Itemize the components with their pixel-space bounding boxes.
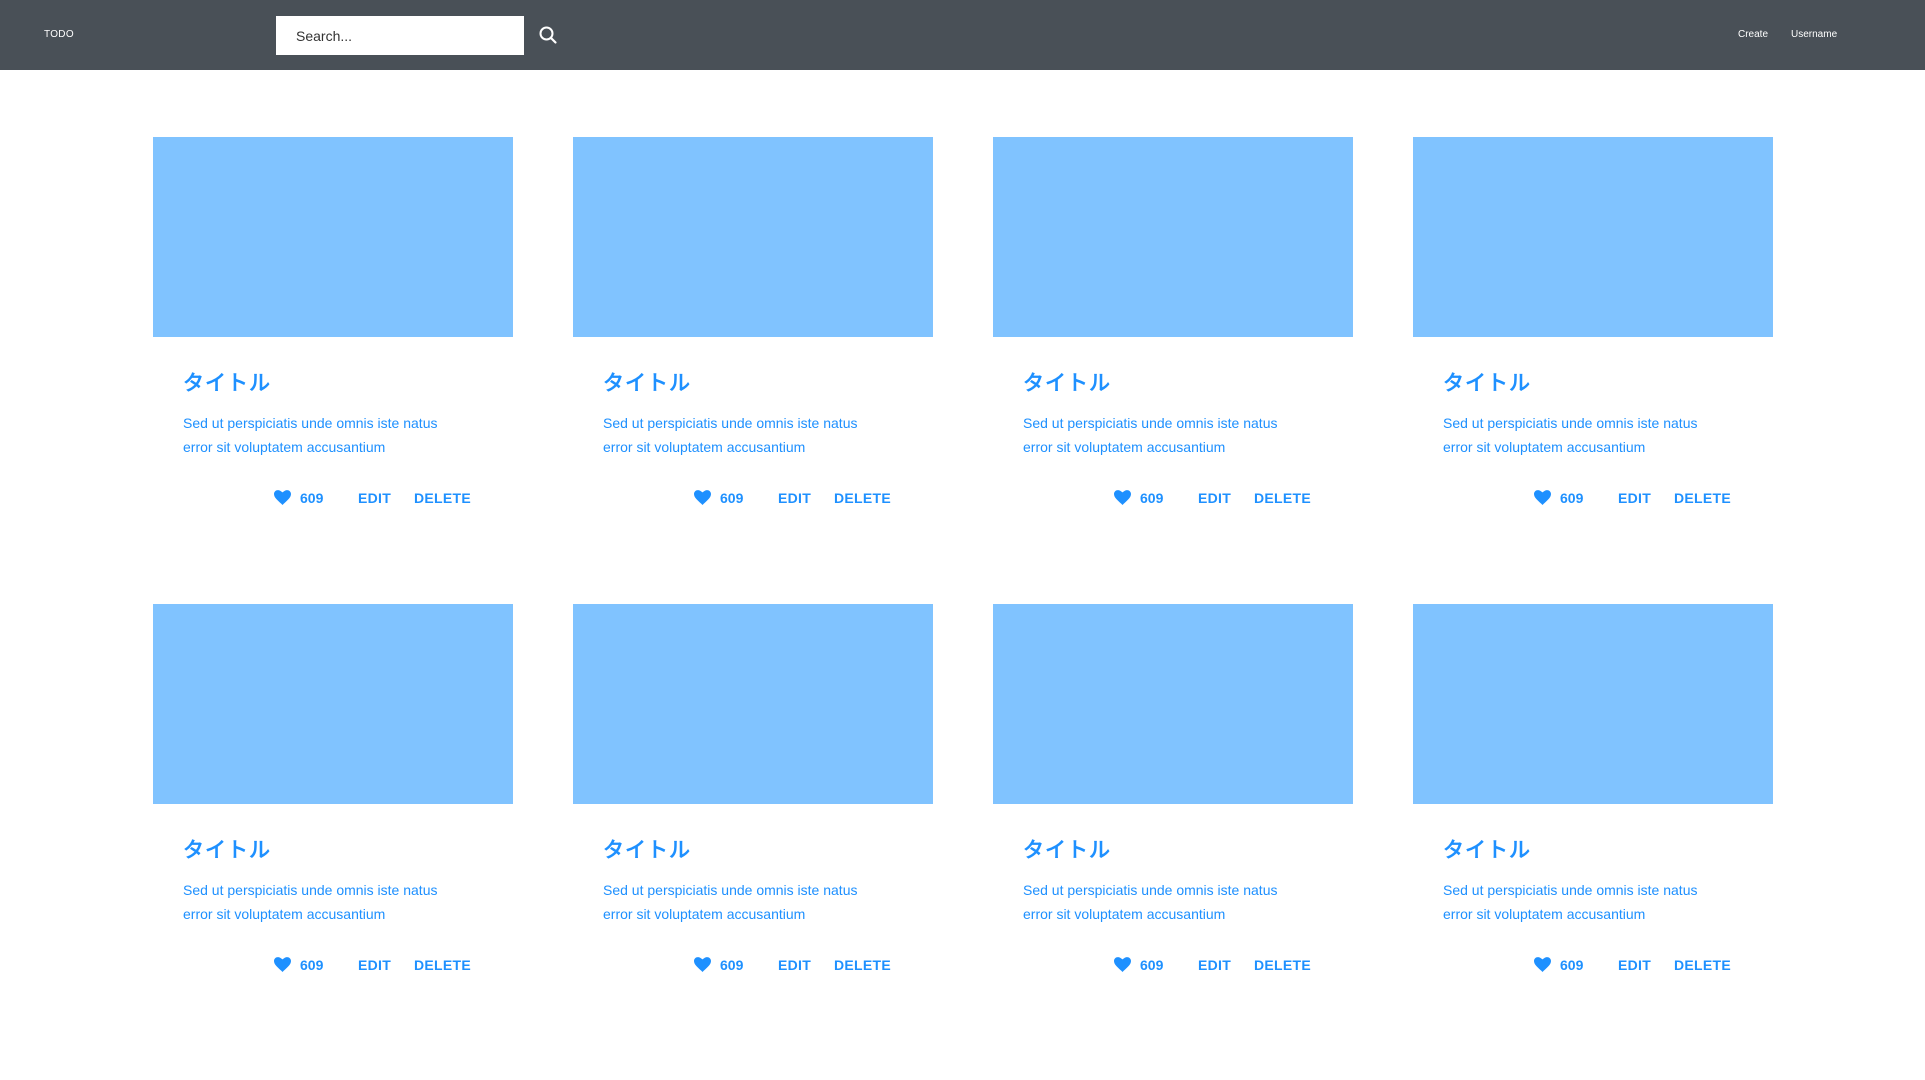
card-title: タイトル — [1023, 371, 1111, 395]
card-description-line: Sed ut perspiciatis unde omnis iste natu… — [603, 882, 858, 898]
card-actions: 609 EDIT DELETE — [573, 954, 933, 974]
card-description-line: error sit voluptatem accusantium — [603, 439, 806, 455]
heart-icon[interactable] — [1114, 957, 1131, 972]
card-description-line: Sed ut perspiciatis unde omnis iste natu… — [1443, 882, 1698, 898]
delete-button[interactable]: DELETE — [1674, 957, 1731, 973]
card-image — [1413, 137, 1773, 337]
search-input[interactable] — [276, 16, 524, 55]
heart-icon[interactable] — [694, 957, 711, 972]
delete-button[interactable]: DELETE — [414, 490, 471, 506]
card-description: Sed ut perspiciatis unde omnis iste natu… — [183, 411, 483, 459]
card-image — [993, 137, 1353, 337]
card-image — [573, 137, 933, 337]
card-description: Sed ut perspiciatis unde omnis iste natu… — [1023, 878, 1323, 926]
card-description-line: error sit voluptatem accusantium — [603, 906, 806, 922]
heart-icon[interactable] — [274, 490, 291, 505]
top-navbar: TODO Create Username — [0, 0, 1925, 70]
like-count: 609 — [1140, 490, 1164, 506]
todo-card: タイトル Sed ut perspiciatis unde omnis iste … — [153, 604, 513, 984]
delete-button[interactable]: DELETE — [1254, 957, 1311, 973]
like-count: 609 — [1560, 490, 1584, 506]
like-count: 609 — [300, 490, 324, 506]
card-actions: 609 EDIT DELETE — [1413, 487, 1773, 507]
card-title: タイトル — [183, 371, 271, 395]
like-count: 609 — [1560, 957, 1584, 973]
card-image — [993, 604, 1353, 804]
edit-button[interactable]: EDIT — [778, 490, 811, 506]
card-image — [573, 604, 933, 804]
card-description-line: Sed ut perspiciatis unde omnis iste natu… — [1023, 415, 1278, 431]
like-count: 609 — [300, 957, 324, 973]
edit-button[interactable]: EDIT — [358, 490, 391, 506]
todo-card: タイトル Sed ut perspiciatis unde omnis iste … — [1413, 604, 1773, 984]
like-count: 609 — [720, 490, 744, 506]
card-title: タイトル — [1443, 838, 1531, 862]
card-image — [1413, 604, 1773, 804]
todo-card: タイトル Sed ut perspiciatis unde omnis iste … — [993, 137, 1353, 517]
card-actions: 609 EDIT DELETE — [153, 487, 513, 507]
card-description-line: error sit voluptatem accusantium — [183, 906, 386, 922]
delete-button[interactable]: DELETE — [834, 957, 891, 973]
card-title: タイトル — [1443, 371, 1531, 395]
like-count: 609 — [720, 957, 744, 973]
heart-icon[interactable] — [274, 957, 291, 972]
todo-card: タイトル Sed ut perspiciatis unde omnis iste … — [573, 137, 933, 517]
delete-button[interactable]: DELETE — [834, 490, 891, 506]
search-icon[interactable] — [538, 25, 558, 45]
delete-button[interactable]: DELETE — [414, 957, 471, 973]
card-description-line: Sed ut perspiciatis unde omnis iste natu… — [1023, 882, 1278, 898]
todo-card: タイトル Sed ut perspiciatis unde omnis iste … — [153, 137, 513, 517]
edit-button[interactable]: EDIT — [1618, 490, 1651, 506]
todo-card: タイトル Sed ut perspiciatis unde omnis iste … — [573, 604, 933, 984]
card-title: タイトル — [603, 371, 691, 395]
create-link[interactable]: Create — [1738, 0, 1768, 70]
card-title: タイトル — [1023, 838, 1111, 862]
card-description: Sed ut perspiciatis unde omnis iste natu… — [1023, 411, 1323, 459]
card-actions: 609 EDIT DELETE — [993, 954, 1353, 974]
card-actions: 609 EDIT DELETE — [573, 487, 933, 507]
brand-logo[interactable]: TODO — [44, 0, 74, 70]
card-description: Sed ut perspiciatis unde omnis iste natu… — [603, 878, 903, 926]
card-description-line: Sed ut perspiciatis unde omnis iste natu… — [183, 882, 438, 898]
todo-card: タイトル Sed ut perspiciatis unde omnis iste … — [993, 604, 1353, 984]
card-description: Sed ut perspiciatis unde omnis iste natu… — [1443, 878, 1743, 926]
card-description-line: error sit voluptatem accusantium — [183, 439, 386, 455]
todo-card: タイトル Sed ut perspiciatis unde omnis iste … — [1413, 137, 1773, 517]
card-actions: 609 EDIT DELETE — [153, 954, 513, 974]
heart-icon[interactable] — [1534, 490, 1551, 505]
username-link[interactable]: Username — [1791, 0, 1837, 70]
card-description-line: error sit voluptatem accusantium — [1023, 906, 1226, 922]
heart-icon[interactable] — [1534, 957, 1551, 972]
card-description-line: Sed ut perspiciatis unde omnis iste natu… — [603, 415, 858, 431]
card-grid: タイトル Sed ut perspiciatis unde omnis iste … — [0, 0, 1925, 1080]
card-actions: 609 EDIT DELETE — [1413, 954, 1773, 974]
card-description-line: error sit voluptatem accusantium — [1443, 906, 1646, 922]
card-description: Sed ut perspiciatis unde omnis iste natu… — [1443, 411, 1743, 459]
card-description: Sed ut perspiciatis unde omnis iste natu… — [603, 411, 903, 459]
card-title: タイトル — [183, 838, 271, 862]
card-description-line: error sit voluptatem accusantium — [1023, 439, 1226, 455]
edit-button[interactable]: EDIT — [1198, 957, 1231, 973]
card-image — [153, 604, 513, 804]
delete-button[interactable]: DELETE — [1674, 490, 1731, 506]
card-image — [153, 137, 513, 337]
card-description-line: Sed ut perspiciatis unde omnis iste natu… — [1443, 415, 1698, 431]
edit-button[interactable]: EDIT — [778, 957, 811, 973]
delete-button[interactable]: DELETE — [1254, 490, 1311, 506]
card-description: Sed ut perspiciatis unde omnis iste natu… — [183, 878, 483, 926]
card-description-line: Sed ut perspiciatis unde omnis iste natu… — [183, 415, 438, 431]
heart-icon[interactable] — [1114, 490, 1131, 505]
card-title: タイトル — [603, 838, 691, 862]
heart-icon[interactable] — [694, 490, 711, 505]
like-count: 609 — [1140, 957, 1164, 973]
card-actions: 609 EDIT DELETE — [993, 487, 1353, 507]
edit-button[interactable]: EDIT — [1198, 490, 1231, 506]
edit-button[interactable]: EDIT — [358, 957, 391, 973]
edit-button[interactable]: EDIT — [1618, 957, 1651, 973]
card-description-line: error sit voluptatem accusantium — [1443, 439, 1646, 455]
